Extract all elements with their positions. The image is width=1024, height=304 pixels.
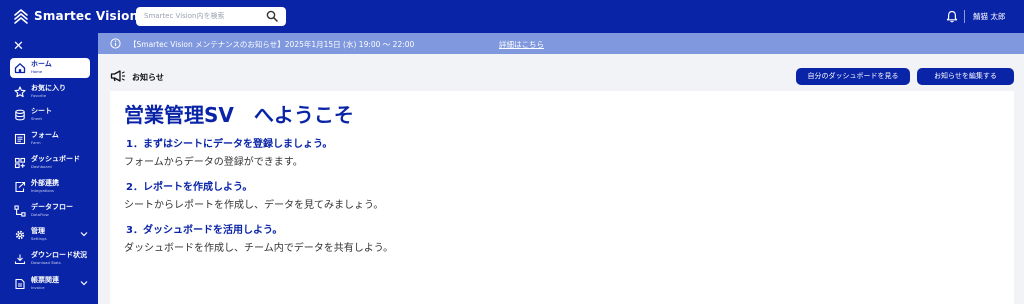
step-heading: 3．ダッシュボードを活用しよう。 (126, 225, 283, 236)
sidebar-item-dashboard[interactable]: ダッシュボード Dashboard (10, 153, 90, 173)
sidebar-item-invoice[interactable]: 帳票関連 Invoice (10, 274, 90, 294)
download-icon (14, 254, 26, 265)
sidebar-item-download-stats[interactable]: ダウンロード状況 Download Stats (10, 249, 90, 269)
banner-text: 【Smartec Vision メンテナンスのお知らせ】2025年1月15日 (… (129, 40, 415, 49)
integration-icon (15, 181, 26, 193)
sidebar-item-sublabel: Invoice (31, 285, 45, 290)
sidebar-item-label: データフロー (31, 203, 73, 211)
database-icon (15, 109, 25, 121)
logo-icon[interactable] (12, 8, 30, 26)
sidebar-item-favorite[interactable]: お気に入り Favorite (10, 82, 90, 102)
view-dashboard-button[interactable]: 自分のダッシュボードを見る (796, 68, 910, 85)
step-heading: 1．まずはシートにデータを登録しましょう。 (126, 139, 333, 150)
sidebar-item-sublabel: DataFlow (31, 212, 49, 217)
search-placeholder: Smartec Vision内を検索 (144, 12, 225, 20)
header-divider (964, 10, 965, 23)
sidebar-item-sublabel: Home (31, 69, 43, 74)
sidebar-item-sheet[interactable]: シート Sheet (10, 105, 90, 125)
gear-icon (15, 230, 25, 240)
step-description: シートからレポートを作成し、データを見てみましょう。 (124, 200, 384, 211)
sidebar-item-label: お気に入り (31, 84, 66, 92)
sidebar-item-label: 管理 (31, 227, 45, 235)
welcome-heading: 営業管理SV へようこそ (124, 103, 354, 127)
sidebar-item-sublabel: Download Stats (31, 260, 61, 265)
chevron-down-icon[interactable] (80, 231, 88, 237)
sidebar-item-home[interactable]: ホーム Home (10, 58, 90, 78)
chevron-down-icon[interactable] (80, 280, 88, 286)
document-icon (15, 278, 25, 290)
sidebar: ✕ ホーム Home お気に入り Favorite シート Sheet フォーム… (0, 33, 98, 304)
dataflow-icon (14, 205, 26, 217)
sidebar-item-label: ダッシュボード (31, 155, 80, 163)
section-title: お知らせ (132, 73, 164, 82)
step-heading: 2．レポートを作成しよう。 (126, 182, 253, 193)
info-icon (110, 38, 121, 49)
star-icon (14, 86, 26, 98)
sidebar-item-label: 帳票関連 (31, 276, 59, 284)
sidebar-item-settings[interactable]: 管理 Settings (10, 225, 90, 245)
notice-card: 営業管理SV へようこそ 1．まずはシートにデータを登録しましょう。 フォームか… (110, 91, 1014, 304)
sidebar-item-label: シート (31, 107, 52, 115)
sidebar-item-sublabel: Form (31, 140, 41, 145)
user-name[interactable]: 鯖猫 太郎 (973, 11, 1005, 22)
home-icon (14, 63, 26, 74)
bell-icon[interactable] (946, 10, 958, 23)
sidebar-item-form[interactable]: フォーム Form (10, 129, 90, 149)
brand-name[interactable]: Smartec Vision (34, 9, 138, 23)
sidebar-item-dataflow[interactable]: データフロー DataFlow (10, 201, 90, 221)
banner-details-link[interactable]: 詳細はこちら (499, 39, 544, 50)
maintenance-banner: 【Smartec Vision メンテナンスのお知らせ】2025年1月15日 (… (98, 33, 1024, 54)
sidebar-item-label: フォーム (31, 131, 59, 139)
form-icon (14, 133, 26, 145)
sidebar-item-label: ダウンロード状況 (31, 251, 87, 259)
close-icon[interactable]: ✕ (13, 39, 24, 54)
search-icon[interactable] (266, 10, 278, 22)
search-input[interactable]: Smartec Vision内を検索 (136, 7, 286, 26)
sidebar-item-integrations[interactable]: 外部連携 Integrations (10, 177, 90, 197)
edit-notice-button[interactable]: お知らせを編集する (917, 68, 1014, 85)
sidebar-item-sublabel: Dashboard (31, 164, 52, 169)
sidebar-item-sublabel: Integrations (31, 188, 54, 193)
megaphone-icon (110, 70, 125, 82)
sidebar-item-sublabel: Sheet (31, 116, 42, 121)
top-header: Smartec Vision Smartec Vision内を検索 鯖猫 太郎 (0, 0, 1024, 33)
dashboard-icon (14, 157, 26, 169)
sidebar-item-label: ホーム (31, 60, 52, 68)
step-description: フォームからデータの登録ができます。 (124, 157, 303, 168)
sidebar-item-sublabel: Favorite (31, 93, 47, 98)
step-description: ダッシュボードを作成し、チーム内でデータを共有しよう。 (124, 243, 394, 254)
sidebar-item-sublabel: Settings (31, 236, 47, 241)
sidebar-item-label: 外部連携 (31, 179, 59, 187)
